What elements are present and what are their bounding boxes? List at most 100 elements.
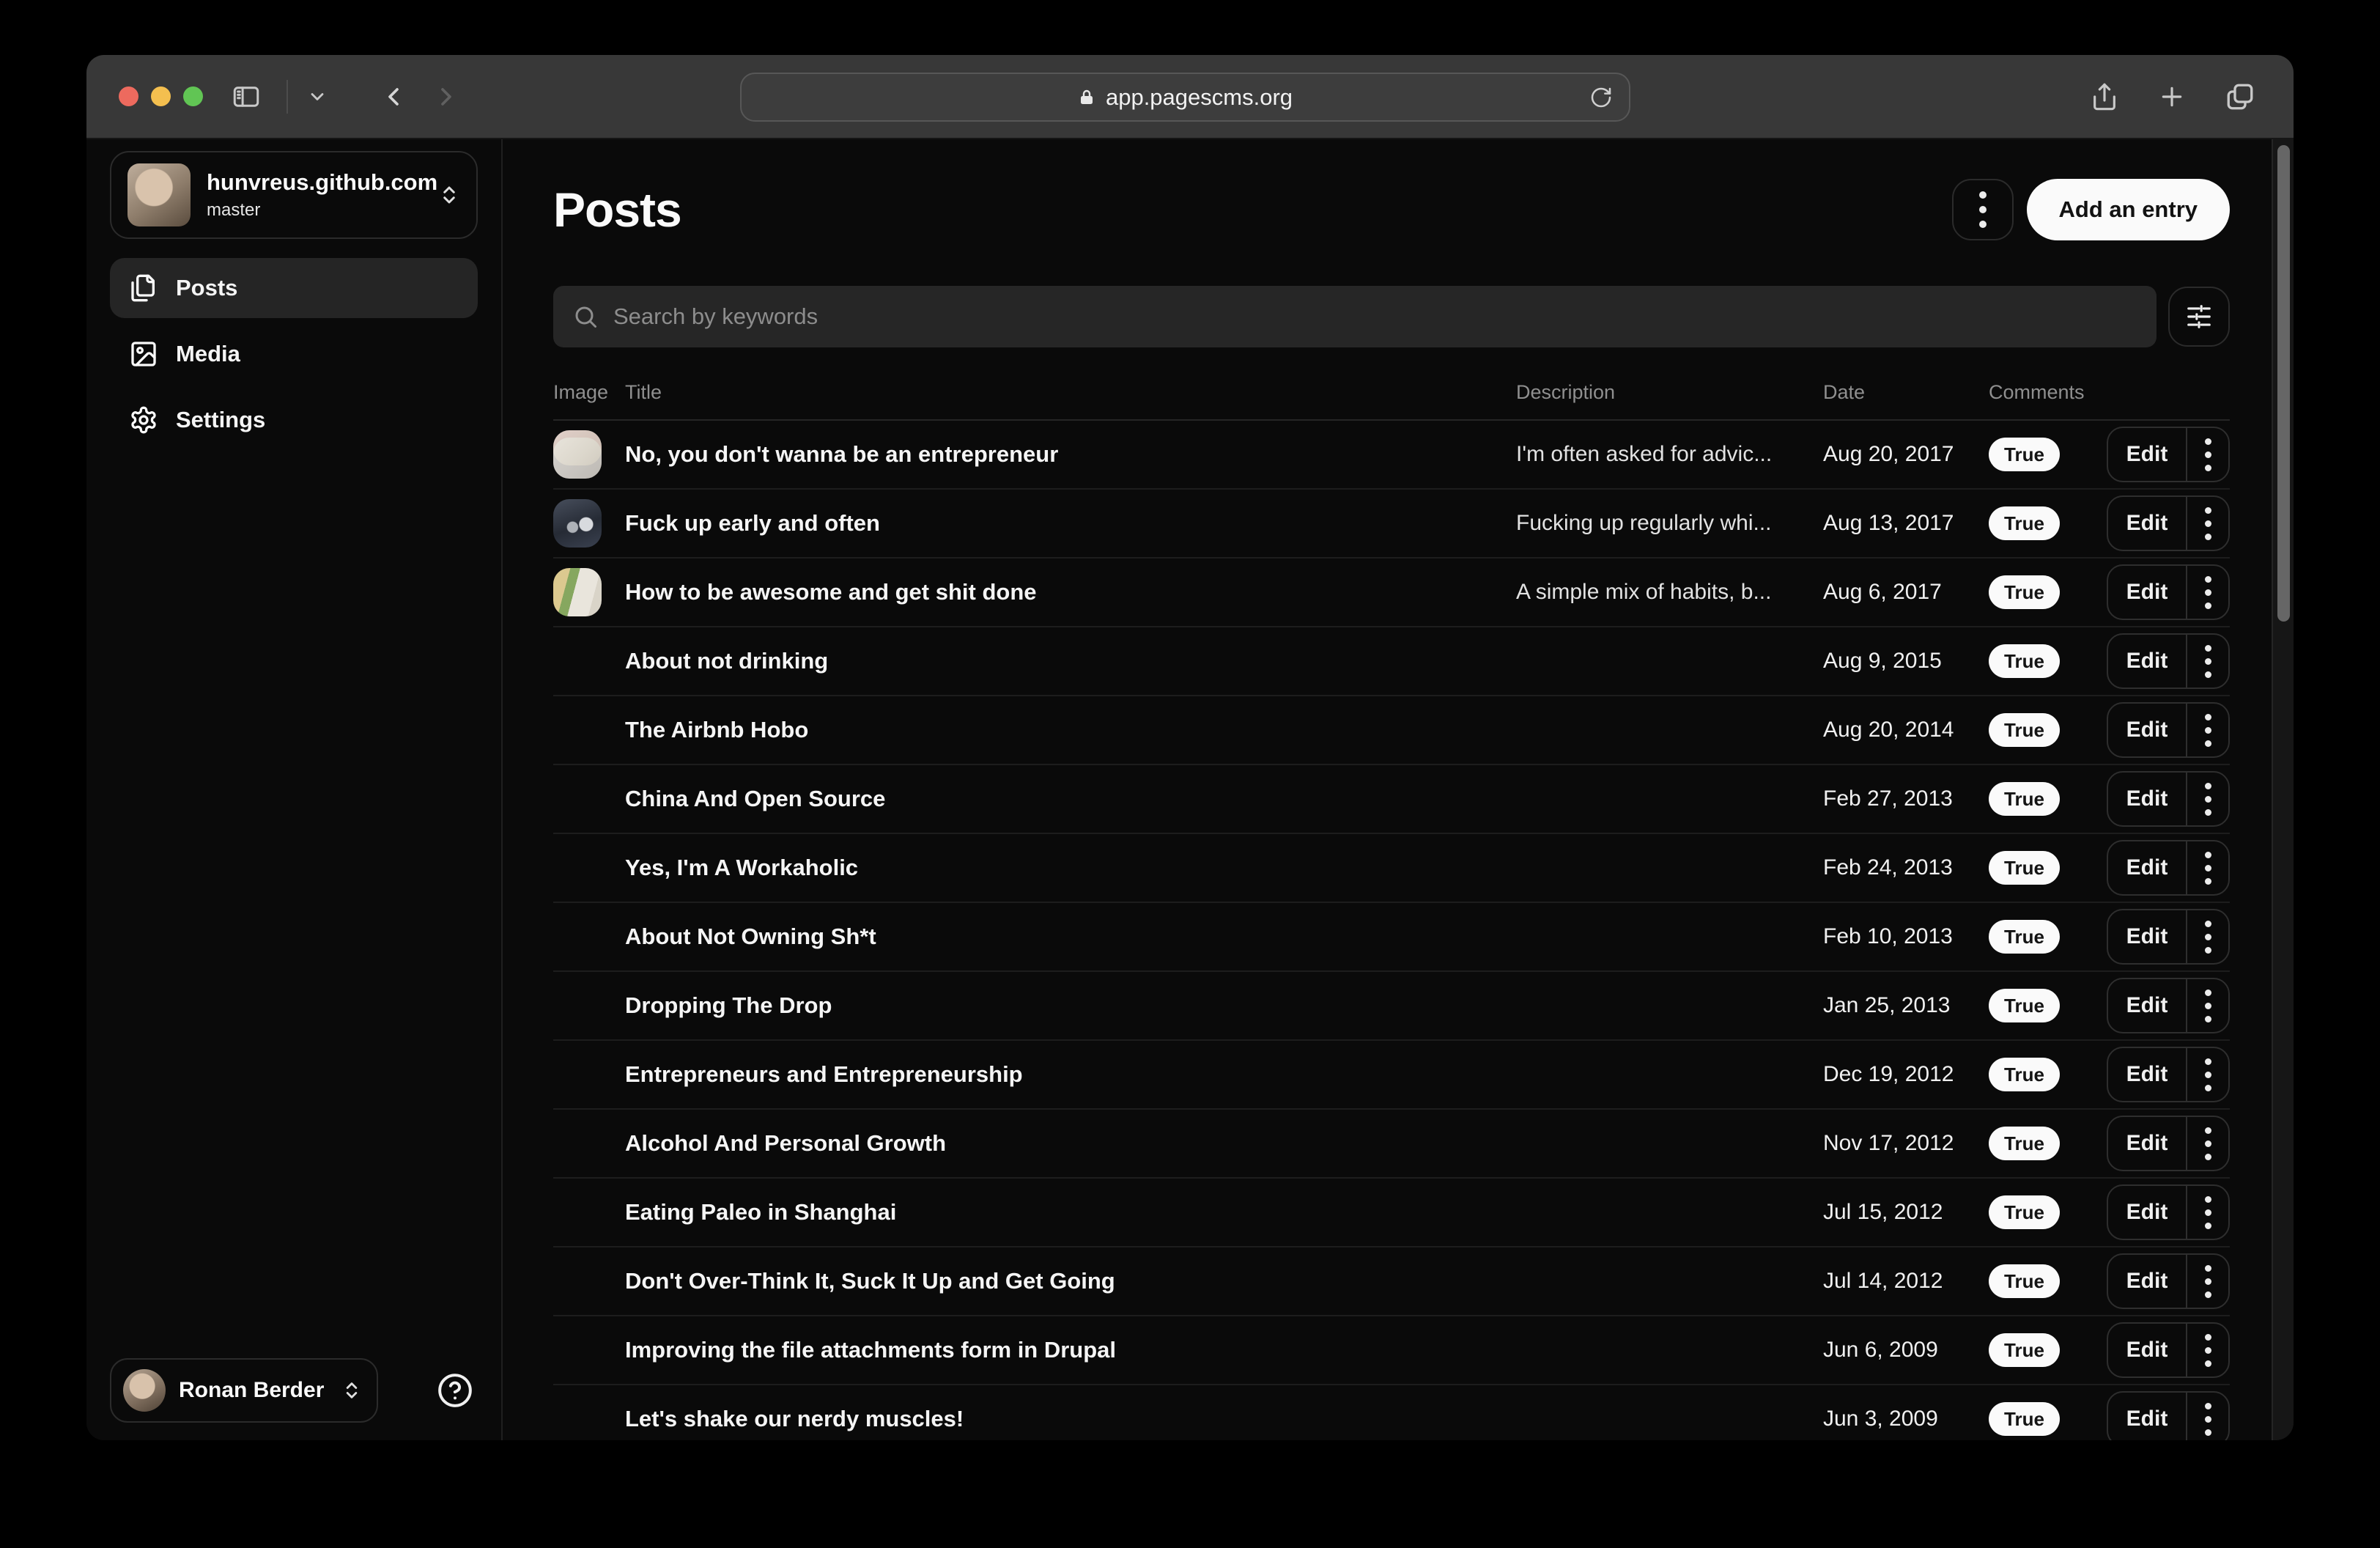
edit-button[interactable]: Edit bbox=[2108, 1255, 2186, 1308]
post-title-link[interactable]: Dropping The Drop bbox=[625, 992, 1516, 1019]
row-menu-button[interactable] bbox=[2187, 841, 2228, 894]
kebab-icon bbox=[2205, 1265, 2211, 1298]
row-menu-button[interactable] bbox=[2187, 773, 2228, 825]
comments-badge: True bbox=[1989, 920, 2060, 954]
collection-menu-button[interactable] bbox=[1952, 179, 2014, 240]
account-menu-button[interactable]: Ronan Berder bbox=[110, 1358, 378, 1423]
scrollbar-thumb[interactable] bbox=[2277, 145, 2290, 622]
chevron-down-icon[interactable] bbox=[307, 86, 328, 107]
address-bar[interactable]: app.pagescms.org bbox=[740, 73, 1630, 122]
row-menu-button[interactable] bbox=[2187, 1048, 2228, 1101]
tab-overview-icon[interactable] bbox=[2225, 81, 2255, 112]
edit-button[interactable]: Edit bbox=[2108, 841, 2186, 894]
post-description: I'm often asked for advic... bbox=[1516, 442, 1823, 467]
table-row: The Airbnb Hobo Aug 20, 2014 True Edit bbox=[553, 696, 2230, 765]
row-menu-button[interactable] bbox=[2187, 1255, 2228, 1308]
post-title-link[interactable]: Eating Paleo in Shanghai bbox=[625, 1199, 1516, 1226]
row-menu-button[interactable] bbox=[2187, 428, 2228, 481]
sidebar-item-posts[interactable]: Posts bbox=[110, 258, 478, 318]
row-actions: Edit bbox=[2107, 771, 2230, 827]
comments-badge: True bbox=[1989, 506, 2060, 540]
sidebar-item-media[interactable]: Media bbox=[110, 324, 478, 384]
reload-icon[interactable] bbox=[1589, 86, 1613, 109]
comments-badge: True bbox=[1989, 575, 2060, 609]
kebab-icon bbox=[2205, 1196, 2211, 1229]
chevrons-up-down-icon bbox=[438, 184, 460, 206]
row-menu-button[interactable] bbox=[2187, 497, 2228, 550]
share-icon[interactable] bbox=[2090, 82, 2119, 111]
post-title-link[interactable]: Yes, I'm A Workaholic bbox=[625, 855, 1516, 881]
row-menu-button[interactable] bbox=[2187, 910, 2228, 963]
kebab-icon bbox=[2205, 438, 2211, 471]
traffic-lights bbox=[119, 86, 203, 106]
column-header-description: Description bbox=[1516, 381, 1823, 404]
row-menu-button[interactable] bbox=[2187, 1186, 2228, 1239]
add-entry-button[interactable]: Add an entry bbox=[2027, 179, 2230, 240]
comments-badge: True bbox=[1989, 851, 2060, 885]
search-input[interactable] bbox=[613, 303, 2137, 330]
row-actions: Edit bbox=[2107, 1184, 2230, 1240]
post-title-link[interactable]: Fuck up early and often bbox=[625, 510, 1516, 537]
post-title-link[interactable]: How to be awesome and get shit done bbox=[625, 579, 1516, 605]
post-title-link[interactable]: China And Open Source bbox=[625, 786, 1516, 812]
row-menu-button[interactable] bbox=[2187, 566, 2228, 619]
repo-avatar bbox=[128, 163, 191, 226]
forward-icon[interactable] bbox=[432, 82, 461, 111]
minimize-window-button[interactable] bbox=[151, 86, 171, 106]
table-row: Let's shake our nerdy muscles! Jun 3, 20… bbox=[553, 1385, 2230, 1440]
row-menu-button[interactable] bbox=[2187, 1393, 2228, 1440]
edit-button[interactable]: Edit bbox=[2108, 635, 2186, 688]
scrollbar bbox=[2272, 139, 2294, 1440]
edit-button[interactable]: Edit bbox=[2108, 428, 2186, 481]
edit-button[interactable]: Edit bbox=[2108, 1117, 2186, 1170]
sidebar-item-label: Posts bbox=[176, 275, 237, 301]
edit-button[interactable]: Edit bbox=[2108, 497, 2186, 550]
kebab-icon bbox=[2205, 1127, 2211, 1160]
table-row: Alcohol And Personal Growth Nov 17, 2012… bbox=[553, 1110, 2230, 1179]
kebab-icon bbox=[2205, 507, 2211, 540]
close-window-button[interactable] bbox=[119, 86, 138, 106]
edit-button[interactable]: Edit bbox=[2108, 1048, 2186, 1101]
post-title-link[interactable]: The Airbnb Hobo bbox=[625, 717, 1516, 743]
back-icon[interactable] bbox=[379, 82, 408, 111]
help-icon[interactable] bbox=[437, 1372, 473, 1409]
edit-button[interactable]: Edit bbox=[2108, 773, 2186, 825]
zoom-window-button[interactable] bbox=[183, 86, 203, 106]
sidebar-item-label: Media bbox=[176, 341, 240, 367]
row-menu-button[interactable] bbox=[2187, 635, 2228, 688]
edit-button[interactable]: Edit bbox=[2108, 1393, 2186, 1440]
sidebar-item-label: Settings bbox=[176, 407, 265, 433]
post-title-link[interactable]: Don't Over-Think It, Suck It Up and Get … bbox=[625, 1268, 1516, 1294]
post-title-link[interactable]: Improving the file attachments form in D… bbox=[625, 1337, 1516, 1363]
post-title-link[interactable]: About Not Owning Sh*t bbox=[625, 924, 1516, 950]
row-actions: Edit bbox=[2107, 495, 2230, 551]
table-row: Eating Paleo in Shanghai Jul 15, 2012 Tr… bbox=[553, 1179, 2230, 1247]
repo-name: hunvreus.github.com bbox=[207, 169, 422, 196]
post-title-link[interactable]: Alcohol And Personal Growth bbox=[625, 1130, 1516, 1157]
kebab-icon bbox=[2205, 921, 2211, 954]
row-menu-button[interactable] bbox=[2187, 1117, 2228, 1170]
filter-button[interactable] bbox=[2168, 287, 2230, 347]
sidebar-toggle-icon[interactable] bbox=[231, 81, 262, 112]
edit-button[interactable]: Edit bbox=[2108, 1186, 2186, 1239]
row-menu-button[interactable] bbox=[2187, 1324, 2228, 1376]
repo-selector[interactable]: hunvreus.github.com master bbox=[110, 151, 478, 239]
edit-button[interactable]: Edit bbox=[2108, 979, 2186, 1032]
edit-button[interactable]: Edit bbox=[2108, 704, 2186, 756]
post-title-link[interactable]: Entrepreneurs and Entrepreneurship bbox=[625, 1061, 1516, 1088]
comments-badge: True bbox=[1989, 782, 2060, 816]
row-actions: Edit bbox=[2107, 1047, 2230, 1102]
repo-branch: master bbox=[207, 200, 422, 221]
edit-button[interactable]: Edit bbox=[2108, 1324, 2186, 1376]
new-tab-icon[interactable] bbox=[2157, 82, 2187, 111]
edit-button[interactable]: Edit bbox=[2108, 910, 2186, 963]
row-menu-button[interactable] bbox=[2187, 704, 2228, 756]
post-title-link[interactable]: Let's shake our nerdy muscles! bbox=[625, 1406, 1516, 1432]
post-title-link[interactable]: About not drinking bbox=[625, 648, 1516, 674]
row-menu-button[interactable] bbox=[2187, 979, 2228, 1032]
post-title-link[interactable]: No, you don't wanna be an entrepreneur bbox=[625, 441, 1516, 468]
sidebar-item-settings[interactable]: Settings bbox=[110, 390, 478, 450]
post-date: Feb 10, 2013 bbox=[1823, 924, 1989, 949]
edit-button[interactable]: Edit bbox=[2108, 566, 2186, 619]
comments-badge: True bbox=[1989, 1264, 2060, 1298]
